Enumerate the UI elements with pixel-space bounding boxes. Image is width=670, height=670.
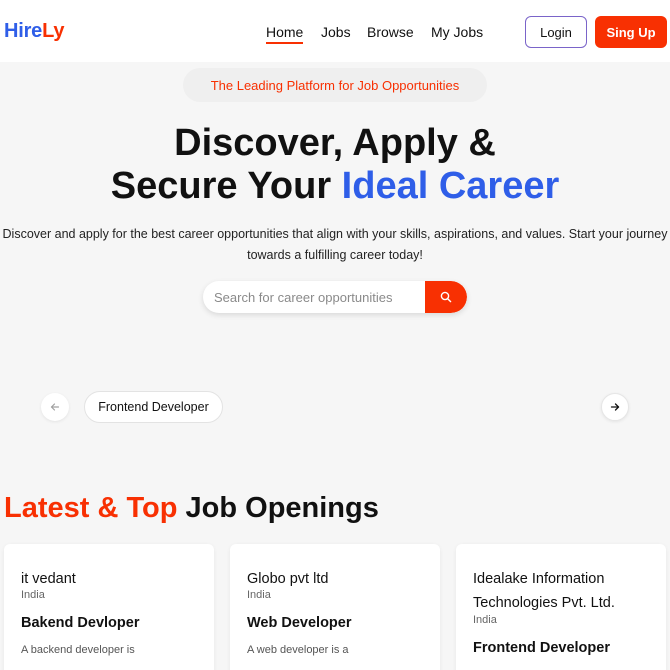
hero-title-line2: Secure Your Ideal Career xyxy=(0,165,670,208)
nav-home[interactable]: Home xyxy=(266,24,304,44)
nav-browse[interactable]: Browse xyxy=(367,24,414,40)
job-company: Idealake Information Technologies Pvt. L… xyxy=(473,571,615,611)
job-company: Globo pvt ltd xyxy=(247,571,329,587)
search-icon xyxy=(440,291,452,303)
latest-jobs-title: Latest & Top Job Openings xyxy=(4,492,379,525)
job-card[interactable]: Idealake Information Technologies Pvt. L… xyxy=(456,544,666,670)
job-location: India xyxy=(247,589,271,601)
job-description: A web developer is a xyxy=(247,644,349,656)
carousel-prev-button[interactable] xyxy=(41,393,69,421)
job-card[interactable]: it vedant India Bakend Devloper A backen… xyxy=(4,544,214,670)
latest-jobs-title-accent: Latest & Top xyxy=(4,492,178,524)
search-button[interactable] xyxy=(425,281,467,313)
carousel-next-button[interactable] xyxy=(601,393,629,421)
search-input[interactable] xyxy=(203,281,425,313)
arrow-left-icon xyxy=(50,403,60,411)
platform-badge: The Leading Platform for Job Opportuniti… xyxy=(183,68,487,102)
job-card[interactable]: Globo pvt ltd India Web Developer A web … xyxy=(230,544,440,670)
hero-title-accent: Ideal Career xyxy=(341,165,560,207)
arrow-right-icon xyxy=(610,403,620,411)
brand-logo[interactable]: HireLy xyxy=(4,20,65,43)
job-location: India xyxy=(21,589,45,601)
category-chip[interactable]: Frontend Developer xyxy=(84,391,223,423)
hero-title: Discover, Apply & Secure Your Ideal Care… xyxy=(0,122,670,208)
job-description: A backend developer is xyxy=(21,644,135,656)
signup-button[interactable]: Sing Up xyxy=(595,16,667,48)
hero-title-prefix: Secure Your xyxy=(110,165,342,207)
nav-jobs[interactable]: Jobs xyxy=(321,24,351,40)
job-role: Web Developer xyxy=(247,615,352,631)
site-header: HireLy Home Jobs Browse My Jobs Login Si… xyxy=(0,0,670,62)
hero-description: Discover and apply for the best career o… xyxy=(2,227,668,262)
job-role: Bakend Devloper xyxy=(21,615,140,631)
job-role: Frontend Developer xyxy=(473,640,610,656)
nav-my-jobs[interactable]: My Jobs xyxy=(431,24,483,40)
search-bar xyxy=(203,281,467,313)
latest-jobs-title-rest: Job Openings xyxy=(177,492,379,524)
job-location: India xyxy=(473,614,497,626)
hero-title-line1: Discover, Apply & xyxy=(174,122,496,164)
login-button[interactable]: Login xyxy=(525,16,587,48)
brand-part-ly: Ly xyxy=(42,20,65,42)
job-company: it vedant xyxy=(21,571,76,587)
brand-part-hire: Hire xyxy=(4,20,43,42)
